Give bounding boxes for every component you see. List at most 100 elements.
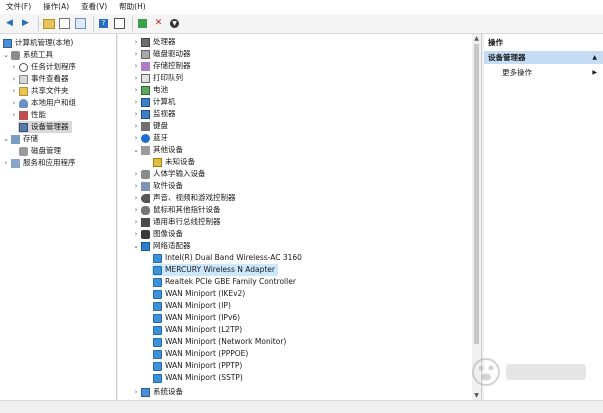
details-icon[interactable]: [74, 17, 87, 30]
tree-item-services-apps[interactable]: › 服务和应用程序: [2, 157, 76, 169]
bluetooth-icon: [141, 133, 150, 143]
chevron-right-icon[interactable]: ›: [132, 204, 140, 216]
device-category-network-adapters[interactable]: ⌄ 网络适配器: [132, 240, 191, 252]
chevron-right-icon[interactable]: ›: [132, 386, 140, 398]
device-category-sound[interactable]: › 声音、视频和游戏控制器: [132, 192, 236, 204]
adapter-item[interactable]: WAN Miniport (IKEv2): [152, 288, 245, 300]
menu-action[interactable]: 操作(A): [37, 0, 75, 14]
chevron-down-icon[interactable]: ⌄: [2, 49, 10, 61]
device-category-usb[interactable]: › 通用串行总线控制器: [132, 216, 221, 228]
tree-item-local-users[interactable]: › 本地用户和组: [10, 97, 76, 109]
network-card-icon: [153, 373, 162, 383]
device-category-system-devices[interactable]: › 系统设备: [132, 386, 183, 398]
device-category-monitors[interactable]: › 监视器: [132, 108, 176, 120]
system-tools-icon: [11, 50, 20, 60]
help-icon[interactable]: ?: [97, 17, 110, 30]
tree-item-disk-management[interactable]: 磁盘管理: [18, 145, 61, 157]
device-category-other-devices[interactable]: ⌄ 其他设备: [132, 144, 183, 156]
driver-icon[interactable]: [136, 17, 149, 30]
scroll-up-arrow-icon[interactable]: ▲: [472, 34, 481, 43]
scroll-down-arrow-icon[interactable]: ▼: [472, 391, 481, 400]
tree-item-label: 性能: [31, 110, 46, 119]
tree-item-performance[interactable]: › 性能: [10, 109, 46, 121]
system-device-icon: [141, 387, 150, 397]
adapter-item[interactable]: WAN Miniport (SSTP): [152, 372, 243, 384]
device-item-unknown[interactable]: 未知设备: [152, 156, 195, 168]
menu-view[interactable]: 查看(V): [75, 0, 113, 14]
download-arrow-icon[interactable]: ▼: [168, 17, 181, 30]
device-category-storage-controllers[interactable]: › 存储控制器: [132, 60, 191, 72]
chevron-right-icon[interactable]: ›: [132, 36, 140, 48]
hid-icon: [141, 169, 150, 179]
device-category-hid[interactable]: › 人体学输入设备: [132, 168, 206, 180]
tree-item-storage[interactable]: ⌄ 存储: [2, 133, 38, 145]
chevron-right-icon[interactable]: ›: [132, 168, 140, 180]
adapter-item[interactable]: WAN Miniport (PPTP): [152, 360, 242, 372]
collapse-up-icon[interactable]: ▲: [592, 51, 597, 64]
adapter-item[interactable]: WAN Miniport (IP): [152, 300, 231, 312]
device-category-imaging[interactable]: › 图像设备: [132, 228, 183, 240]
device-category-processors[interactable]: › 处理器: [132, 36, 176, 48]
chevron-down-icon[interactable]: ⌄: [132, 144, 140, 156]
tree-item-event-viewer[interactable]: › 事件查看器: [10, 73, 69, 85]
chevron-right-icon[interactable]: ›: [132, 108, 140, 120]
chevron-right-icon[interactable]: ›: [132, 60, 140, 72]
device-category-software[interactable]: › 软件设备: [132, 180, 183, 192]
folder-up-icon[interactable]: [42, 17, 55, 30]
chevron-right-icon[interactable]: ›: [132, 84, 140, 96]
adapter-item[interactable]: Realtek PCIe GBE Family Controller: [152, 276, 296, 288]
chevron-down-icon[interactable]: ⌄: [2, 133, 10, 145]
tree-item-system-tools[interactable]: ⌄ 系统工具: [2, 49, 53, 61]
properties-icon[interactable]: [58, 17, 71, 30]
delete-x-icon[interactable]: ✕: [152, 17, 165, 30]
chevron-right-icon[interactable]: ›: [132, 120, 140, 132]
device-category-computer[interactable]: › 计算机: [132, 96, 176, 108]
adapter-item[interactable]: WAN Miniport (PPPOE): [152, 348, 248, 360]
actions-section-device-manager[interactable]: 设备管理器 ▲: [484, 51, 603, 64]
tree-item-task-scheduler[interactable]: › 任务计划程序: [10, 61, 76, 73]
device-category-bluetooth[interactable]: › 蓝牙: [132, 132, 168, 144]
vertical-scrollbar[interactable]: ▲ ▼: [472, 34, 481, 400]
device-category-disk-drives[interactable]: › 磁盘驱动器: [132, 48, 191, 60]
chevron-right-icon[interactable]: ›: [132, 192, 140, 204]
device-category-mice[interactable]: › 鼠标和其他指针设备: [132, 204, 221, 216]
menu-file[interactable]: 文件(F): [0, 0, 37, 14]
device-category-print-queues[interactable]: › 打印队列: [132, 72, 183, 84]
chevron-right-icon[interactable]: ›: [132, 48, 140, 60]
chevron-right-icon[interactable]: ›: [10, 109, 18, 121]
chevron-down-icon[interactable]: ⌄: [132, 240, 140, 252]
view-pane-icon[interactable]: [113, 17, 126, 30]
chevron-right-icon[interactable]: ›: [132, 216, 140, 228]
scrollbar-thumb[interactable]: [474, 44, 479, 344]
device-category-batteries[interactable]: › 电池: [132, 84, 168, 96]
more-actions-item[interactable]: 更多操作 ▶: [484, 66, 603, 79]
chevron-right-icon[interactable]: ›: [2, 157, 10, 169]
adapter-item[interactable]: WAN Miniport (Network Monitor): [152, 336, 286, 348]
menu-help[interactable]: 帮助(H): [113, 0, 152, 14]
chevron-right-icon[interactable]: ›: [10, 73, 18, 85]
adapter-item[interactable]: WAN Miniport (L2TP): [152, 324, 242, 336]
adapter-label: WAN Miniport (PPPOE): [165, 349, 249, 358]
chevron-right-icon[interactable]: ›: [132, 180, 140, 192]
adapter-item[interactable]: WAN Miniport (IPv6): [152, 312, 240, 324]
toolbar-separator: [93, 16, 94, 31]
chevron-right-icon[interactable]: ›: [132, 132, 140, 144]
clock-icon: [19, 62, 28, 72]
chevron-right-icon[interactable]: ›: [10, 85, 18, 97]
tree-item-label: 服务和应用程序: [23, 158, 76, 167]
adapter-item[interactable]: Intel(R) Dual Band Wireless-AC 3160: [152, 252, 302, 264]
adapter-item-selected[interactable]: MERCURY Wireless N Adapter: [152, 264, 278, 276]
back-arrow-icon[interactable]: ◀: [3, 17, 16, 30]
chevron-right-icon[interactable]: ›: [132, 96, 140, 108]
device-category-label: 声音、视频和游戏控制器: [153, 193, 236, 202]
chevron-right-icon[interactable]: ›: [132, 72, 140, 84]
tree-item-root[interactable]: 计算机管理(本地): [2, 37, 73, 49]
forward-arrow-icon[interactable]: ▶: [19, 17, 32, 30]
speaker-icon: [141, 193, 150, 203]
tree-item-shared-folders[interactable]: › 共享文件夹: [10, 85, 69, 97]
tree-item-device-manager[interactable]: 设备管理器: [18, 121, 72, 133]
chevron-right-icon[interactable]: ›: [10, 61, 18, 73]
chevron-right-icon[interactable]: ›: [10, 97, 18, 109]
chevron-right-icon[interactable]: ›: [132, 228, 140, 240]
device-category-keyboards[interactable]: › 键盘: [132, 120, 168, 132]
